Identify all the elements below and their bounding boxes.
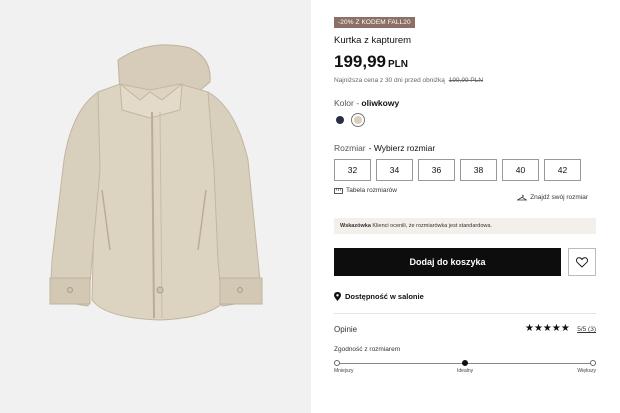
promo-badge: -20% Z KODEM FALL20: [334, 17, 415, 28]
price-value: 199,99: [334, 52, 386, 71]
size-hint-text: Klienci ocenili, że rozmiarówka jest sta…: [372, 223, 492, 229]
size-label-text: Rozmiar: [334, 143, 366, 153]
size-option-38[interactable]: 38: [460, 159, 497, 181]
lowest-price-text: Najniższa cena z 30 dni przed obniżką: [334, 77, 445, 84]
size-hint-title: Wskazówka: [340, 223, 371, 229]
find-size-label: Znajdź swój rozmiar: [530, 194, 588, 201]
size-table-link[interactable]: Tabela rozmiarów: [334, 187, 397, 194]
size-option-36[interactable]: 36: [418, 159, 455, 181]
lowest-price-info: Najniższa cena z 30 dni przed obniżką 19…: [334, 77, 483, 84]
color-swatch-oliwkowy-fill: [354, 116, 362, 124]
store-availability-label: Dostępność w salonie: [345, 292, 424, 301]
find-size-link[interactable]: Znajdź swój rozmiar: [517, 194, 588, 201]
price-currency: PLN: [388, 59, 408, 70]
divider: [334, 313, 596, 314]
color-label: Kolor - oliwkowy: [334, 98, 399, 108]
hanger-icon: [517, 194, 528, 201]
rating-stars-icon: ★★★★★: [525, 323, 570, 334]
color-label-prefix: Kolor -: [334, 98, 362, 108]
ruler-icon: [334, 187, 343, 194]
reviews-label: Opinie: [334, 325, 358, 334]
fit-min-label: Mniejszy: [334, 368, 354, 374]
selected-color: oliwkowy: [361, 98, 400, 108]
size-option-32[interactable]: 32: [334, 159, 371, 181]
color-swatch-oliwkowy[interactable]: [351, 113, 365, 127]
product-details: -20% Z KODEM FALL20 Kurtka z kapturem 19…: [334, 0, 596, 413]
fit-dot-min: [334, 360, 340, 366]
store-availability-link[interactable]: Dostępność w salonie: [334, 292, 424, 301]
product-image[interactable]: [0, 0, 311, 413]
color-swatch-navy[interactable]: [336, 116, 344, 124]
lowest-price-value: 199,99 PLN: [448, 77, 484, 84]
size-option-42[interactable]: 42: [544, 159, 581, 181]
wishlist-button[interactable]: [568, 248, 596, 276]
heart-icon: [576, 256, 588, 268]
fit-label: Zgodność z rozmiarem: [334, 346, 401, 353]
add-to-cart-button[interactable]: Dodaj do koszyka: [334, 248, 561, 276]
fit-dot-max: [590, 360, 596, 366]
jacket-illustration: [49, 44, 263, 321]
size-option-40[interactable]: 40: [502, 159, 539, 181]
fit-mid-label: Idealny: [457, 368, 474, 374]
rating-link[interactable]: 5/5 (3): [577, 326, 596, 333]
size-selector: 32 34 36 38 40 42: [334, 159, 581, 181]
fit-dot-marker: [462, 360, 468, 366]
size-label: Rozmiar - Wybierz rozmiar: [334, 143, 435, 153]
product-price: 199,99 PLN: [334, 52, 408, 72]
fit-max-label: Większy: [577, 368, 596, 374]
location-pin-icon: [334, 292, 341, 301]
product-title: Kurtka z kapturem: [334, 35, 412, 46]
size-prompt: - Wybierz rozmiar: [368, 143, 436, 153]
size-option-34[interactable]: 34: [376, 159, 413, 181]
size-hint: Wskazówka Klienci ocenili, że rozmiarówk…: [334, 218, 596, 234]
size-table-label: Tabela rozmiarów: [346, 187, 397, 194]
